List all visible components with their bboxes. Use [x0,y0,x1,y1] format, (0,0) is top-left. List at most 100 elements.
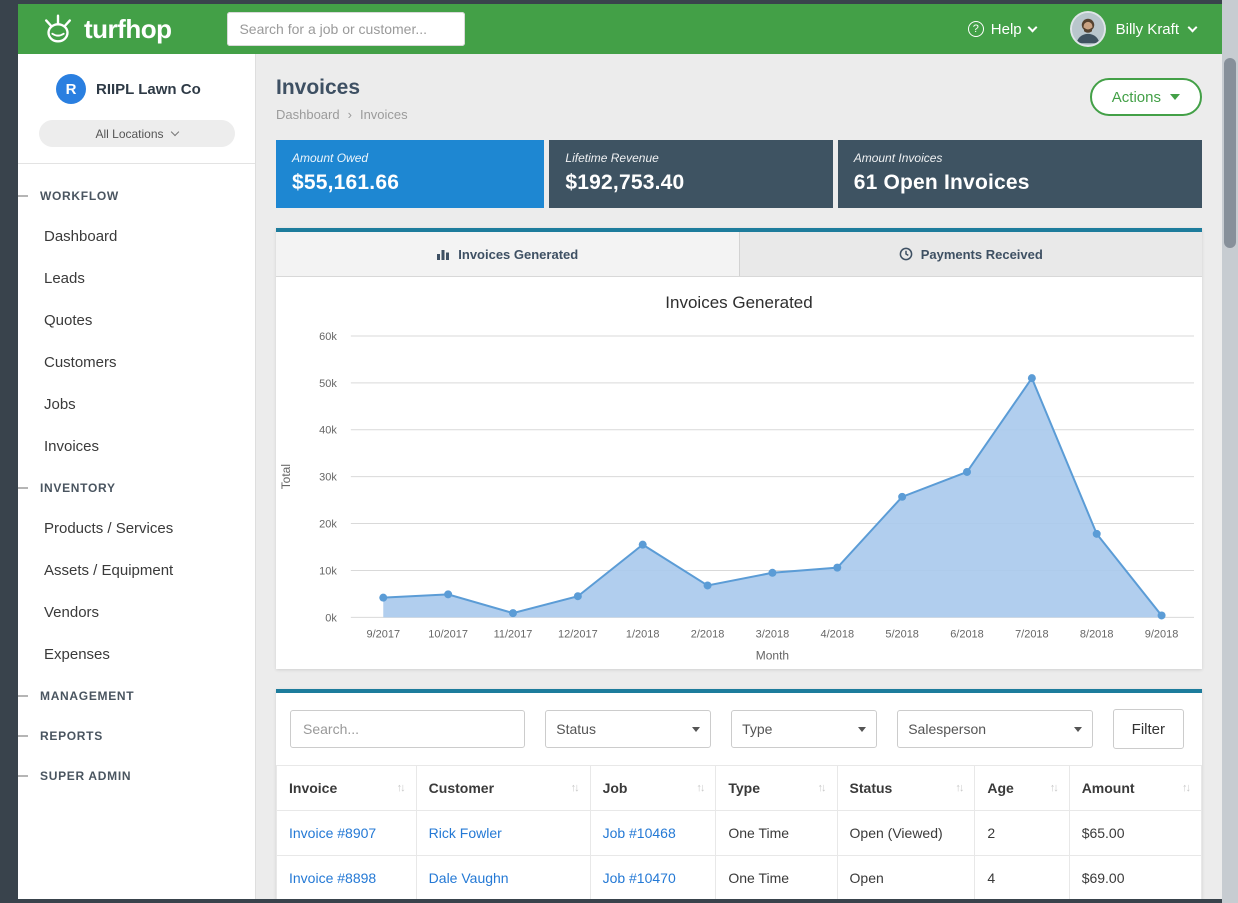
column-header-amount[interactable]: Amount↑↓ [1069,766,1201,811]
stat-label: Amount Owed [292,151,528,165]
chevron-down-icon [1027,22,1037,32]
invoice-link[interactable]: Invoice #8907 [289,825,376,841]
stats-row: Amount Owed $55,161.66 Lifetime Revenue … [276,140,1202,208]
cell-age: 2 [975,811,1069,856]
sidebar-item-leads[interactable]: Leads [18,258,255,300]
type-select[interactable]: Type [731,710,877,748]
y-tick-label: 50k [319,378,337,390]
scrollbar-thumb[interactable] [1224,58,1236,248]
tab-label: Invoices Generated [458,247,578,262]
app-body: R RIIPL Lawn Co All Locations WORKFLOWDa… [18,54,1222,899]
main-content: Invoices Dashboard › Invoices Actions Am… [256,54,1222,899]
sidebar: R RIIPL Lawn Co All Locations WORKFLOWDa… [18,54,256,899]
sidebar-item-vendors[interactable]: Vendors [18,592,255,634]
breadcrumb-separator-icon: › [348,107,352,122]
x-tick-label: 6/2018 [950,628,984,640]
section-dash-icon [18,735,28,737]
sidebar-item-dashboard[interactable]: Dashboard [18,216,255,258]
cell-customer: Dale Vaughn [416,856,590,899]
y-tick-label: 20k [319,519,337,531]
nav-section-label: REPORTS [40,729,103,743]
cell-type: One Time [716,811,837,856]
section-dash-icon [18,487,28,489]
user-menu[interactable]: Billy Kraft [1070,11,1196,47]
tab-invoices-generated[interactable]: Invoices Generated [276,232,739,276]
status-select[interactable]: Status [545,710,711,748]
column-header-job[interactable]: Job↑↓ [590,766,716,811]
breadcrumb: Dashboard › Invoices [276,107,408,122]
x-tick-label: 4/2018 [821,628,855,640]
avatar [1070,11,1106,47]
nav-section-workflow[interactable]: WORKFLOW [18,176,255,216]
data-point [898,493,906,501]
nav-section-management[interactable]: MANAGEMENT [18,676,255,716]
type-select-control[interactable]: Type [731,710,877,748]
scrollbar-track[interactable] [1222,0,1238,903]
invoice-link[interactable]: Invoice #8898 [289,870,376,886]
cell-status: Open [837,856,975,899]
global-search-input[interactable] [227,12,465,46]
nav-section-inventory[interactable]: INVENTORY [18,468,255,508]
tab-payments-received[interactable]: Payments Received [739,232,1203,276]
data-point [1028,374,1036,382]
stat-label: Lifetime Revenue [565,151,816,165]
sidebar-item-expenses[interactable]: Expenses [18,634,255,676]
breadcrumb-dashboard[interactable]: Dashboard [276,107,340,122]
chart-tabs: Invoices Generated Payments Received [276,232,1202,277]
data-point [574,592,582,600]
page-head-left: Invoices Dashboard › Invoices [276,76,408,122]
nav-section-super-admin[interactable]: SUPER ADMIN [18,756,255,796]
topbar-right: ? Help Billy Kraft [968,11,1196,47]
sort-icon: ↑↓ [1182,782,1189,794]
sidebar-item-assets-equipment[interactable]: Assets / Equipment [18,550,255,592]
status-select-control[interactable]: Status [545,710,711,748]
x-tick-label: 12/2017 [558,628,598,640]
cell-invoice: Invoice #8907 [277,811,417,856]
sidebar-item-jobs[interactable]: Jobs [18,384,255,426]
sidebar-item-quotes[interactable]: Quotes [18,300,255,342]
data-point [509,609,517,617]
sidebar-item-customers[interactable]: Customers [18,342,255,384]
customer-link[interactable]: Dale Vaughn [429,870,509,886]
column-header-type[interactable]: Type↑↓ [716,766,837,811]
sidebar-item-invoices[interactable]: Invoices [18,426,255,468]
data-point [704,581,712,589]
location-selector[interactable]: All Locations [39,120,235,147]
x-tick-label: 9/2017 [366,628,400,640]
salesperson-select[interactable]: Salesperson [897,710,1092,748]
filter-row: Status Type Salesperson [276,693,1202,765]
cell-customer: Rick Fowler [416,811,590,856]
data-point [379,594,387,602]
cell-type: One Time [716,856,837,899]
column-label: Customer [429,780,494,796]
column-header-age[interactable]: Age↑↓ [975,766,1069,811]
y-tick-label: 60k [319,331,337,343]
job-link[interactable]: Job #10468 [603,825,676,841]
topbar: turfhop ? Help Billy Kraft [18,4,1222,54]
filter-button[interactable]: Filter [1113,709,1184,749]
turfhop-logo-icon [40,12,76,46]
data-point [833,564,841,572]
org-badge: R [56,74,86,104]
location-label: All Locations [95,127,163,141]
customer-link[interactable]: Rick Fowler [429,825,502,841]
person-icon [1072,13,1104,45]
column-header-status[interactable]: Status↑↓ [837,766,975,811]
job-link[interactable]: Job #10470 [603,870,676,886]
salesperson-select-control[interactable]: Salesperson [897,710,1092,748]
brand[interactable]: turfhop [40,12,171,46]
x-tick-label: 2/2018 [691,628,725,640]
sidebar-item-products-services[interactable]: Products / Services [18,508,255,550]
column-label: Status [850,780,893,796]
nav-section-label: MANAGEMENT [40,689,134,703]
x-tick-label: 10/2017 [428,628,468,640]
user-name: Billy Kraft [1116,21,1179,38]
cell-amount: $65.00 [1069,811,1201,856]
stat-value: $192,753.40 [565,171,816,195]
table-search-input[interactable] [290,710,525,748]
column-header-customer[interactable]: Customer↑↓ [416,766,590,811]
actions-button[interactable]: Actions [1090,78,1202,116]
nav-section-reports[interactable]: REPORTS [18,716,255,756]
help-menu[interactable]: ? Help [968,21,1036,38]
column-header-invoice[interactable]: Invoice↑↓ [277,766,417,811]
